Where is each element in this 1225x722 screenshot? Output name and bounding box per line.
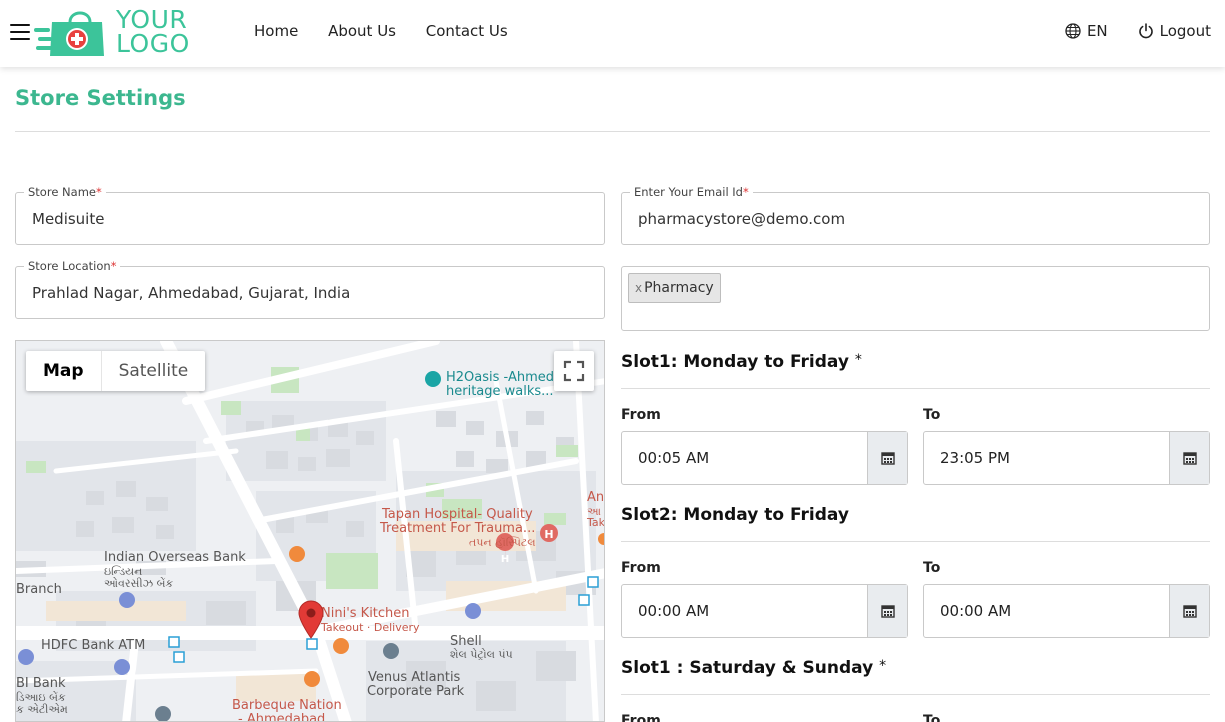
slot1-from-value: 00:05 AM — [638, 449, 710, 467]
map-label-indian-overseas-bank[interactable]: Indian Overseas Bank — [104, 551, 246, 565]
nav-contact-us[interactable]: Contact Us — [426, 22, 508, 40]
slot2-from-label: From — [621, 560, 661, 576]
slot1-from-label: From — [621, 407, 661, 423]
logo-bag-icon — [34, 11, 104, 56]
language-selector[interactable]: EN — [1065, 22, 1108, 40]
slot1-to-label: To — [923, 407, 941, 423]
nav-about-us[interactable]: About Us — [328, 22, 396, 40]
hamburger-menu-icon[interactable] — [10, 24, 30, 42]
category-tag-label: Pharmacy — [644, 280, 714, 296]
logo[interactable]: YOUR LOGO — [34, 6, 199, 62]
slot3-divider — [621, 694, 1210, 695]
calendar-icon — [1182, 452, 1197, 465]
logo-text: YOUR LOGO — [116, 5, 190, 58]
map-tab-satellite[interactable]: Satellite — [102, 351, 206, 391]
slot2-from-input[interactable]: 00:00 AM — [621, 584, 908, 638]
map-label-shell-guj: શેલ પેટ્રોલ પંપ — [450, 648, 513, 661]
map-label-h2oasis[interactable]: H2Oasis -Ahmeda — [446, 371, 562, 385]
slot1-weekend-title: Slot1 : Saturday & Sunday * — [621, 658, 887, 678]
store-location-label: Store Location* — [24, 259, 121, 273]
slot2-weekday-title: Slot2: Monday to Friday — [621, 505, 849, 525]
calendar-icon — [880, 452, 895, 465]
email-field[interactable]: Enter Your Email Id* pharmacystore@demo.… — [621, 185, 1210, 245]
tag-remove-icon[interactable]: x — [635, 281, 642, 295]
map-label-bi-bank: BI Bank — [16, 676, 66, 691]
map-label-hdfc-atm[interactable]: HDFC Bank ATM — [41, 639, 145, 653]
map-label-barbeque-nation[interactable]: Barbeque Nation — [232, 699, 342, 713]
store-map[interactable]: H H H2Oasis -Ahmeda heritage walks... Ta… — [15, 340, 605, 722]
map-label-ios-guj2: ઓવરસીઝ બેંક — [104, 577, 174, 590]
category-tag[interactable]: x Pharmacy — [628, 273, 721, 303]
map-label-branch: Branch — [16, 582, 62, 597]
calendar-icon — [880, 605, 895, 618]
store-location-value: Prahlad Nagar, Ahmedabad, Gujarat, India — [32, 284, 351, 302]
map-label-barbeque-nation-2: - Ahmedabad — [238, 712, 326, 722]
map-tab-map[interactable]: Map — [26, 351, 102, 391]
email-label: Enter Your Email Id* — [630, 185, 753, 199]
logout-button[interactable]: Logout — [1138, 22, 1211, 40]
slot3-to-label: To — [923, 713, 941, 722]
store-name-value: Medisuite — [32, 210, 105, 228]
slot1-divider — [621, 388, 1210, 389]
header-actions: EN Logout — [1035, 22, 1211, 40]
map-label-tapan-hospital[interactable]: Tapan Hospital- Quality — [382, 508, 533, 522]
map-label-shell[interactable]: Shell — [450, 635, 482, 649]
map-marker-icon[interactable] — [297, 599, 325, 639]
slot2-to-value: 00:00 AM — [940, 602, 1012, 620]
page-title: Store Settings — [15, 86, 186, 110]
slot1-from-calendar-button[interactable] — [867, 432, 907, 484]
map-label-tapan-guj: તપન હૉસ્પિટલ — [469, 536, 536, 549]
main-nav: Home About Us Contact Us — [254, 22, 533, 40]
slot3-from-label: From — [621, 713, 661, 722]
slot1-to-input[interactable]: 23:05 PM — [923, 431, 1210, 485]
logout-label: Logout — [1159, 22, 1211, 40]
map-label-ninis-kitchen-2: Takeout · Delivery — [321, 621, 420, 634]
map-label-tapan-hospital-2: Treatment For Trauma... — [380, 521, 536, 536]
fullscreen-button[interactable] — [554, 351, 594, 391]
nav-home[interactable]: Home — [254, 22, 298, 40]
globe-icon — [1065, 23, 1081, 39]
map-label-venus-atlantis[interactable]: Venus Atlantis — [368, 671, 460, 685]
store-name-label: Store Name* — [24, 185, 106, 199]
slot2-from-value: 00:00 AM — [638, 602, 710, 620]
email-value: pharmacystore@demo.com — [638, 210, 846, 228]
svg-text:H: H — [544, 528, 553, 541]
store-location-field[interactable]: Store Location* Prahlad Nagar, Ahmedabad… — [15, 259, 605, 319]
top-navbar: YOUR LOGO Home About Us Contact Us EN Lo… — [0, 0, 1225, 67]
map-label-an: An — [587, 490, 605, 505]
map-label-h2oasis-2: heritage walks... — [446, 384, 554, 399]
slot2-to-label: To — [923, 560, 941, 576]
power-icon — [1138, 23, 1153, 39]
fullscreen-icon — [563, 360, 585, 382]
slot2-divider — [621, 541, 1210, 542]
language-label: EN — [1086, 22, 1108, 40]
category-multiselect[interactable]: x Pharmacy — [621, 266, 1210, 331]
map-label-an-3: Tak — [587, 516, 605, 529]
slot1-to-value: 23:05 PM — [940, 449, 1010, 467]
svg-text:H: H — [501, 554, 509, 565]
slot2-to-calendar-button[interactable] — [1169, 585, 1209, 637]
slot1-weekday-title: Slot1: Monday to Friday * — [621, 352, 862, 372]
slot1-from-input[interactable]: 00:05 AM — [621, 431, 908, 485]
map-label-ninis-kitchen[interactable]: Nini's Kitchen — [321, 607, 410, 621]
store-name-field[interactable]: Store Name* Medisuite — [15, 185, 605, 245]
slot2-to-input[interactable]: 00:00 AM — [923, 584, 1210, 638]
title-divider — [15, 131, 1210, 132]
map-label-bi-guj2: ક એટીએમ — [16, 703, 68, 716]
map-type-control: Map Satellite — [26, 351, 206, 391]
slot2-from-calendar-button[interactable] — [867, 585, 907, 637]
calendar-icon — [1182, 605, 1197, 618]
slot1-to-calendar-button[interactable] — [1169, 432, 1209, 484]
map-label-venus-atlantis-2: Corporate Park — [367, 684, 465, 699]
